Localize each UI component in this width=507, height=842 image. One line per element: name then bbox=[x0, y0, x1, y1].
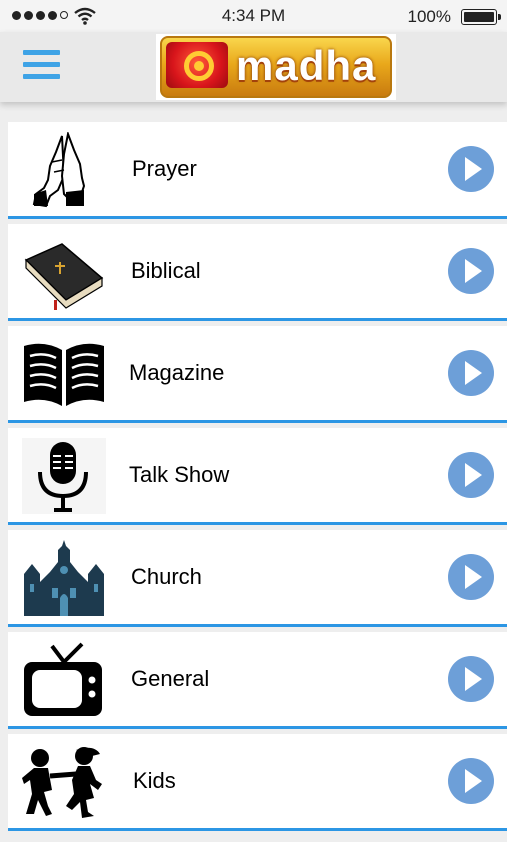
category-row-kids[interactable]: Kids bbox=[8, 734, 507, 831]
category-row-prayer[interactable]: Prayer bbox=[8, 122, 507, 219]
play-button-icon[interactable] bbox=[448, 452, 494, 498]
play-button-icon[interactable] bbox=[448, 146, 494, 192]
praying-hands-icon bbox=[32, 132, 86, 208]
category-row-talk-show[interactable]: Talk Show bbox=[8, 428, 507, 525]
category-label: Talk Show bbox=[129, 462, 230, 487]
play-button-icon[interactable] bbox=[448, 656, 494, 702]
play-button-icon[interactable] bbox=[448, 758, 494, 804]
category-label: General bbox=[131, 666, 210, 691]
category-label: Kids bbox=[133, 768, 176, 793]
church-icon bbox=[24, 540, 104, 616]
play-button-icon[interactable] bbox=[448, 350, 494, 396]
madha-logo: madha bbox=[156, 34, 396, 100]
category-label: Church bbox=[131, 564, 202, 589]
play-button-icon[interactable] bbox=[448, 248, 494, 294]
category-row-magazine[interactable]: Magazine bbox=[8, 326, 507, 423]
category-label: Biblical bbox=[131, 258, 201, 283]
category-row-church[interactable]: Church bbox=[8, 530, 507, 627]
kids-dancing-icon bbox=[22, 747, 102, 818]
logo-text: madha bbox=[236, 42, 377, 89]
battery-icon bbox=[461, 9, 501, 25]
category-label: Prayer bbox=[132, 156, 197, 181]
microphone-icon bbox=[22, 438, 106, 514]
open-book-icon bbox=[24, 343, 104, 406]
bible-book-icon bbox=[24, 243, 104, 310]
hamburger-menu-icon[interactable] bbox=[23, 50, 60, 84]
battery-percent: 100% bbox=[407, 7, 451, 26]
app-header: madha bbox=[0, 32, 507, 102]
category-label: Magazine bbox=[129, 360, 225, 385]
category-row-general[interactable]: General bbox=[8, 632, 507, 729]
play-button-icon[interactable] bbox=[448, 554, 494, 600]
category-row-biblical[interactable]: Biblical bbox=[8, 224, 507, 321]
status-bar: 4:34 PM 100% bbox=[0, 0, 507, 32]
television-icon bbox=[24, 642, 102, 716]
